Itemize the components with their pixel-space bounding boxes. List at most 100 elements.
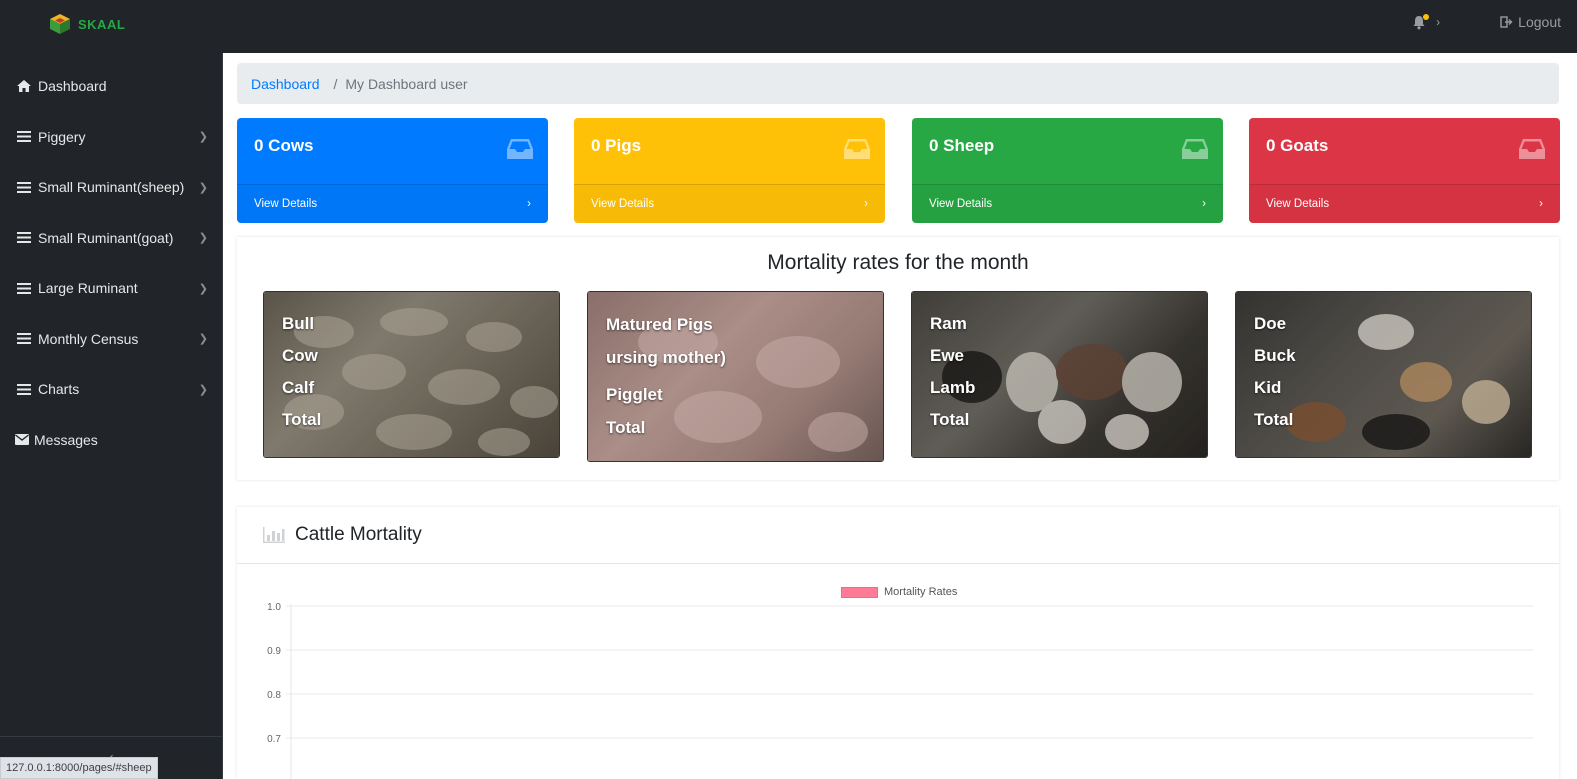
photo-line: Total [606,418,646,437]
logout-button[interactable]: Logout [1500,14,1561,30]
sidebar: Dashboard Piggery ❯ Small Ruminant(sheep… [0,53,223,779]
sheep-card: 0 Sheep View Details › [912,118,1223,223]
brand-name: SKAAL [78,16,126,32]
logo-icon [50,14,70,34]
mortality-chart: 1.0 0.9 0.8 0.7 [267,602,1533,779]
sheep-photo-card: Ram Ewe Lamb Total [911,291,1208,458]
sidebar-item-small-ruminant-goat[interactable]: Small Ruminant(goat) ❯ [0,213,222,264]
card-title: 0 Cows [254,136,314,155]
inbox-icon [1519,139,1545,159]
photo-line: Doe [1254,314,1287,333]
sidebar-item-label: Large Ruminant [38,280,138,297]
goats-card: 0 Goats View Details › [1249,118,1560,223]
sidebar-item-messages[interactable]: Messages [0,415,222,466]
chevron-right-icon: ❯ [198,181,208,194]
inbox-icon [844,139,870,159]
view-details-link[interactable]: View Details › [912,184,1223,223]
photo-line: Calf [282,378,315,397]
pigs-photo-card: Matured Pigs ursing mother) Pigglet Tota… [587,291,884,462]
notification-dot [1423,13,1430,20]
goats-photo-card: Doe Buck Kid Total [1235,291,1532,458]
chart-panel-title: Cattle Mortality [295,524,422,545]
card-title: 0 Goats [1266,136,1329,155]
chart-panel-header: Cattle Mortality [237,507,1559,564]
list-icon [17,232,31,244]
view-details-link[interactable]: View Details › [574,184,885,223]
sidebar-item-piggery[interactable]: Piggery ❯ [0,112,222,163]
breadcrumb-link-dashboard[interactable]: Dashboard [251,76,320,92]
view-details-label: View Details [254,198,318,210]
sign-out-icon [1500,16,1513,28]
chevron-right-icon: ❯ [198,333,208,346]
photo-line: Cow [282,346,318,365]
inbox-icon [1182,139,1208,159]
chevron-right-icon: › [527,198,531,210]
sidebar-item-label: Dashboard [38,78,107,95]
home-icon [17,80,31,93]
sidebar-item-label: Piggery [38,128,86,145]
photo-line: Ewe [930,346,965,365]
list-icon [17,333,31,345]
cattle-mortality-panel: Cattle Mortality Mortality Rates 1.0 0.9 0… [237,507,1559,779]
pigs-card: 0 Pigs View Details › [574,118,885,223]
chevron-right-icon: › [864,198,868,210]
sidebar-item-small-ruminant-sheep[interactable]: Small Ruminant(sheep) ❯ [0,162,222,213]
status-url: 127.0.0.1:8000/pages/#sheep [0,757,158,779]
y-tick-label: 0.8 [267,690,281,701]
sidebar-item-label: Small Ruminant(sheep) [38,179,185,196]
chevron-right-icon: ❯ [198,383,208,396]
sidebar-item-label: Monthly Census [38,330,139,347]
card-title: 0 Pigs [591,136,642,155]
chevron-right-icon: ❯ [198,232,208,245]
y-tick-label: 0.9 [267,646,281,657]
notifications-dropdown[interactable]: › [1412,13,1441,30]
list-icon [17,131,31,143]
y-tick-label: 0.7 [267,734,281,745]
card-title: 0 Sheep [929,136,995,155]
photo-line: Pigglet [606,385,663,404]
cows-card: 0 Cows View Details › [237,118,548,223]
breadcrumb: Dashboard / My Dashboard user [237,63,1559,104]
breadcrumb-separator: / [333,75,338,92]
sidebar-item-large-ruminant[interactable]: Large Ruminant ❯ [0,263,222,314]
sidebar-item-label: Charts [38,381,80,398]
photo-line: Ram [930,314,967,333]
chevron-right-icon: › [1539,198,1543,210]
chevron-right-icon: › [1202,198,1206,210]
chevron-right-icon: ❯ [198,131,208,144]
list-icon [17,383,31,395]
sidebar-item-dashboard[interactable]: Dashboard [0,61,222,112]
view-details-label: View Details [1266,198,1330,210]
sidebar-item-charts[interactable]: Charts ❯ [0,364,222,415]
sidebar-item-label: Messages [34,431,98,448]
photo-line: Total [282,410,322,429]
chevron-right-icon: ❯ [198,282,208,295]
breadcrumb-current: My Dashboard user [345,75,468,92]
chevron-right-icon: › [1436,15,1441,29]
logout-label: Logout [1518,14,1561,30]
photo-line: Matured Pigs [606,315,713,334]
mortality-title: Mortality rates for the month [767,251,1029,274]
photo-line: Buck [1254,346,1296,365]
view-details-link[interactable]: View Details › [237,184,548,223]
bar-chart-icon [263,527,285,543]
photo-line: Total [930,410,970,429]
sidebar-item-label: Small Ruminant(goat) [38,229,174,246]
y-tick-label: 1.0 [267,602,281,613]
mortality-panel: Mortality rates for the month Bull Cow C… [237,237,1559,480]
list-icon [17,282,31,294]
view-details-link[interactable]: View Details › [1249,184,1560,223]
photo-line: Kid [1254,378,1282,397]
photo-line: ursing mother) [606,348,726,367]
cattle-photo-card: Bull Cow Calf Total [263,291,560,458]
envelope-icon [15,434,29,446]
brand[interactable]: SKAAL [48,12,125,36]
inbox-icon [507,139,533,159]
view-details-label: View Details [591,198,655,210]
view-details-label: View Details [929,198,993,210]
sidebar-item-monthly-census[interactable]: Monthly Census ❯ [0,314,222,365]
top-navbar: SKAAL › Logout [0,0,1577,53]
photo-line: Lamb [930,378,976,397]
photo-line: Bull [282,314,315,333]
list-icon [17,181,31,193]
